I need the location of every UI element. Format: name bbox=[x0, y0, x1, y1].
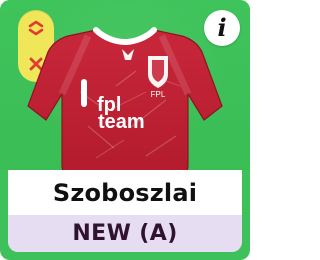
fixture-label: NEW (A) bbox=[72, 221, 178, 246]
player-name-box: Szoboszlai bbox=[8, 170, 242, 215]
player-name: Szoboszlai bbox=[52, 178, 198, 207]
player-card[interactable]: i FPL fpl team Szoboszlai NEW (A) bbox=[0, 0, 250, 260]
fixture-box: NEW (A) bbox=[8, 215, 242, 252]
crest-text: FPL bbox=[151, 90, 166, 99]
sponsor-bottom: team bbox=[98, 111, 145, 133]
player-shirt: FPL fpl team bbox=[27, 27, 223, 181]
